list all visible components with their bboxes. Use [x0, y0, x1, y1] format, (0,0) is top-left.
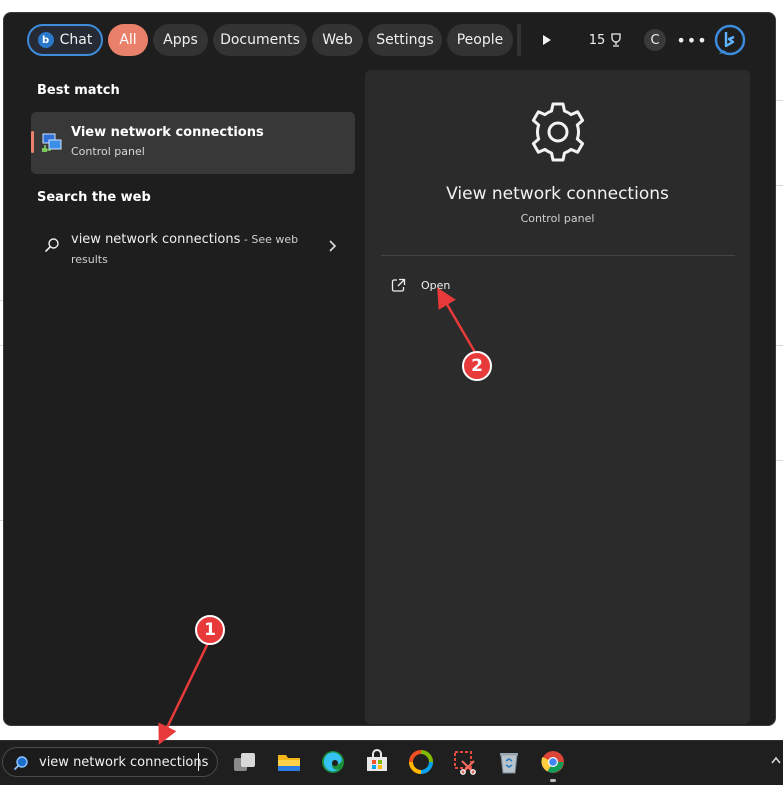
play-icon [543, 35, 551, 45]
filter-chip-web[interactable]: Web [312, 24, 363, 56]
bg-divider [776, 345, 783, 346]
bg-divider [776, 185, 783, 186]
store-icon[interactable] [364, 749, 390, 775]
step-badge-2: 2 [462, 351, 492, 381]
rewards-button[interactable]: 15 [585, 24, 627, 56]
filter-chip-all[interactable]: All [108, 24, 148, 56]
photos-icon[interactable] [408, 749, 434, 775]
taskbar: view network connections [0, 740, 783, 785]
web-result-text: view network connections - See web resul… [71, 230, 311, 270]
trophy-icon [611, 33, 621, 47]
open-action-label: Open [421, 279, 451, 292]
filter-chip-documents[interactable]: Documents [213, 24, 307, 56]
ellipsis-icon: ••• [676, 30, 708, 50]
detail-title: View network connections [446, 184, 669, 204]
bing-chat-icon [714, 24, 746, 56]
search-web-heading: Search the web [37, 190, 151, 205]
selection-indicator [31, 131, 34, 153]
open-external-icon [391, 278, 406, 292]
web-result-query: view network connections [71, 232, 241, 247]
file-explorer-icon[interactable] [276, 749, 302, 775]
best-match-title: View network connections [71, 125, 264, 140]
recycle-bin-icon[interactable] [496, 749, 522, 775]
bg-divider [776, 100, 783, 101]
best-match-subtitle: Control panel [71, 145, 145, 158]
taskbar-search-text: view network connections [39, 755, 209, 770]
filter-chip-people[interactable]: People [447, 24, 513, 56]
chat-chip[interactable]: b Chat [27, 24, 103, 56]
more-filters-button[interactable] [534, 24, 558, 56]
task-view-icon[interactable] [232, 749, 258, 775]
best-match-result[interactable]: View network connections Control panel [31, 112, 355, 174]
running-indicator [550, 779, 556, 782]
bing-chat-icon: b [37, 32, 54, 48]
taskbar-search-box[interactable]: view network connections [2, 747, 218, 777]
profile-initial: C [644, 29, 666, 51]
filter-chip-overflow [517, 24, 521, 56]
search-icon [45, 238, 59, 252]
bing-button[interactable] [714, 24, 746, 56]
detail-subtitle: Control panel [520, 212, 595, 225]
best-match-heading: Best match [37, 83, 120, 98]
chevron-right-icon[interactable] [327, 240, 337, 252]
chrome-icon[interactable] [540, 749, 566, 775]
more-options-button[interactable]: ••• [676, 24, 708, 56]
filter-chip-settings[interactable]: Settings [368, 24, 442, 56]
snipping-tool-icon[interactable] [452, 749, 478, 775]
gear-icon [531, 102, 585, 162]
chat-chip-label: Chat [59, 32, 93, 48]
step-badge-1: 1 [195, 615, 225, 645]
chevron-up-icon[interactable] [770, 755, 782, 765]
edge-icon[interactable] [320, 749, 346, 775]
bg-divider [776, 460, 783, 461]
web-search-result[interactable]: view network connections - See web resul… [31, 222, 355, 272]
open-action[interactable]: Open [381, 272, 501, 300]
profile-button[interactable]: C [641, 24, 669, 56]
detail-pane: View network connections Control panel O… [365, 70, 750, 724]
filter-chip-apps[interactable]: Apps [153, 24, 208, 56]
detail-divider [381, 255, 735, 256]
text-cursor [198, 753, 199, 771]
network-connections-icon [42, 133, 62, 152]
search-icon [14, 756, 28, 770]
rewards-points: 15 [588, 32, 606, 48]
